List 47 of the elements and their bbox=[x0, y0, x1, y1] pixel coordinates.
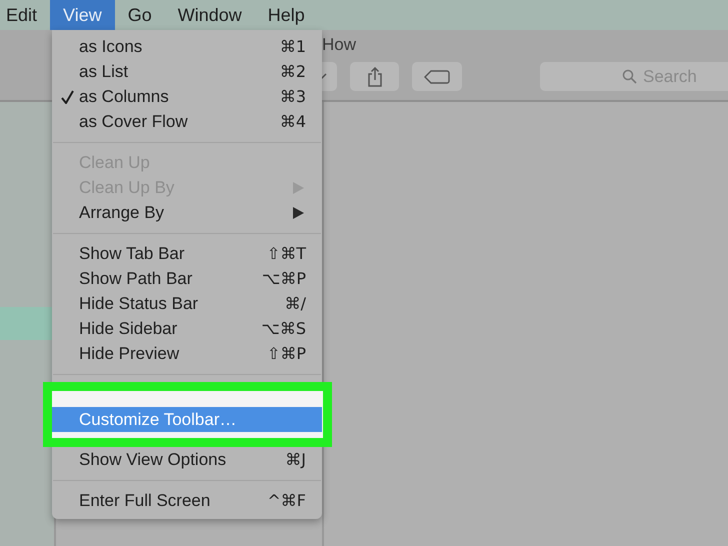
shortcut-label: ⌘1 bbox=[280, 37, 306, 56]
window-title: How bbox=[322, 35, 356, 55]
menu-item-label: Show Path Bar bbox=[79, 268, 194, 288]
shortcut-label: ⌘3 bbox=[280, 87, 306, 106]
shortcut-label: ⌘4 bbox=[280, 112, 306, 131]
menu-item[interactable]: as Cover Flow ⌘4 bbox=[52, 109, 322, 134]
shortcut-label: ^⌘F bbox=[267, 491, 306, 510]
menu-item[interactable]: Enter Full Screen ^⌘F bbox=[52, 488, 322, 513]
menu-item-label: as Cover Flow bbox=[79, 112, 189, 132]
menu-item-label: Customize Toolbar… bbox=[79, 410, 238, 430]
shortcut-label: ⌘2 bbox=[280, 62, 306, 81]
menu-item[interactable]: Show View Options ⌘J bbox=[52, 447, 322, 472]
menu-item[interactable]: Arrange By bbox=[52, 200, 322, 225]
menu-bar-item[interactable]: Window bbox=[164, 0, 255, 30]
menu-item[interactable]: as Icons ⌘1 bbox=[52, 34, 322, 59]
menu-item-label: Hide Status Bar bbox=[79, 294, 200, 314]
menu-item-label: as Columns bbox=[79, 86, 170, 106]
menu-item-label: Hide Sidebar bbox=[79, 318, 178, 338]
menu-item-label: Arrange By bbox=[79, 202, 166, 222]
shortcut-label: ⌥⌘P bbox=[262, 269, 306, 288]
menu-item-label: Enter Full Screen bbox=[79, 490, 212, 510]
shortcut-label: ⌥⌘S bbox=[261, 319, 306, 338]
menu-bar-item[interactable]: Go bbox=[114, 0, 165, 30]
menu-item[interactable]: Show Tab Bar ⇧⌘T bbox=[52, 241, 322, 266]
menu-item[interactable]: as Columns ⌘3 bbox=[52, 84, 322, 109]
tag-button[interactable] bbox=[412, 62, 462, 91]
menu-item-label: Show Tab Bar bbox=[79, 244, 186, 264]
menu-bar-item[interactable]: Help bbox=[254, 0, 318, 30]
menu-item[interactable]: Hide Sidebar ⌥⌘S bbox=[52, 316, 322, 341]
menu-item-label: Hide Preview bbox=[79, 344, 180, 364]
search-icon bbox=[622, 69, 638, 84]
menu-bar-item[interactable]: Edit bbox=[0, 0, 50, 30]
menu-item-label: as List bbox=[79, 62, 130, 82]
menu-item-label: as Icons bbox=[79, 36, 144, 56]
shortcut-label: ⌘/ bbox=[284, 294, 306, 313]
menu-bar-item[interactable]: View bbox=[50, 0, 115, 30]
menu-item[interactable]: Show Path Bar ⌥⌘P bbox=[52, 266, 322, 291]
shortcut-label: ⇧⌘P bbox=[266, 344, 306, 363]
menu-item[interactable]: Hide Status Bar ⌘/ bbox=[52, 291, 322, 316]
shortcut-label: ⇧⌘T bbox=[266, 244, 306, 263]
shortcut-label: ⌘J bbox=[285, 450, 306, 469]
menu-item[interactable]: Hide Preview ⇧⌘P bbox=[52, 341, 322, 366]
menu-item[interactable]: as List ⌘2 bbox=[52, 59, 322, 84]
share-button[interactable] bbox=[350, 62, 400, 91]
tag-icon bbox=[424, 70, 450, 84]
menu-item-label: Show View Options bbox=[79, 450, 228, 470]
share-icon bbox=[366, 66, 383, 86]
